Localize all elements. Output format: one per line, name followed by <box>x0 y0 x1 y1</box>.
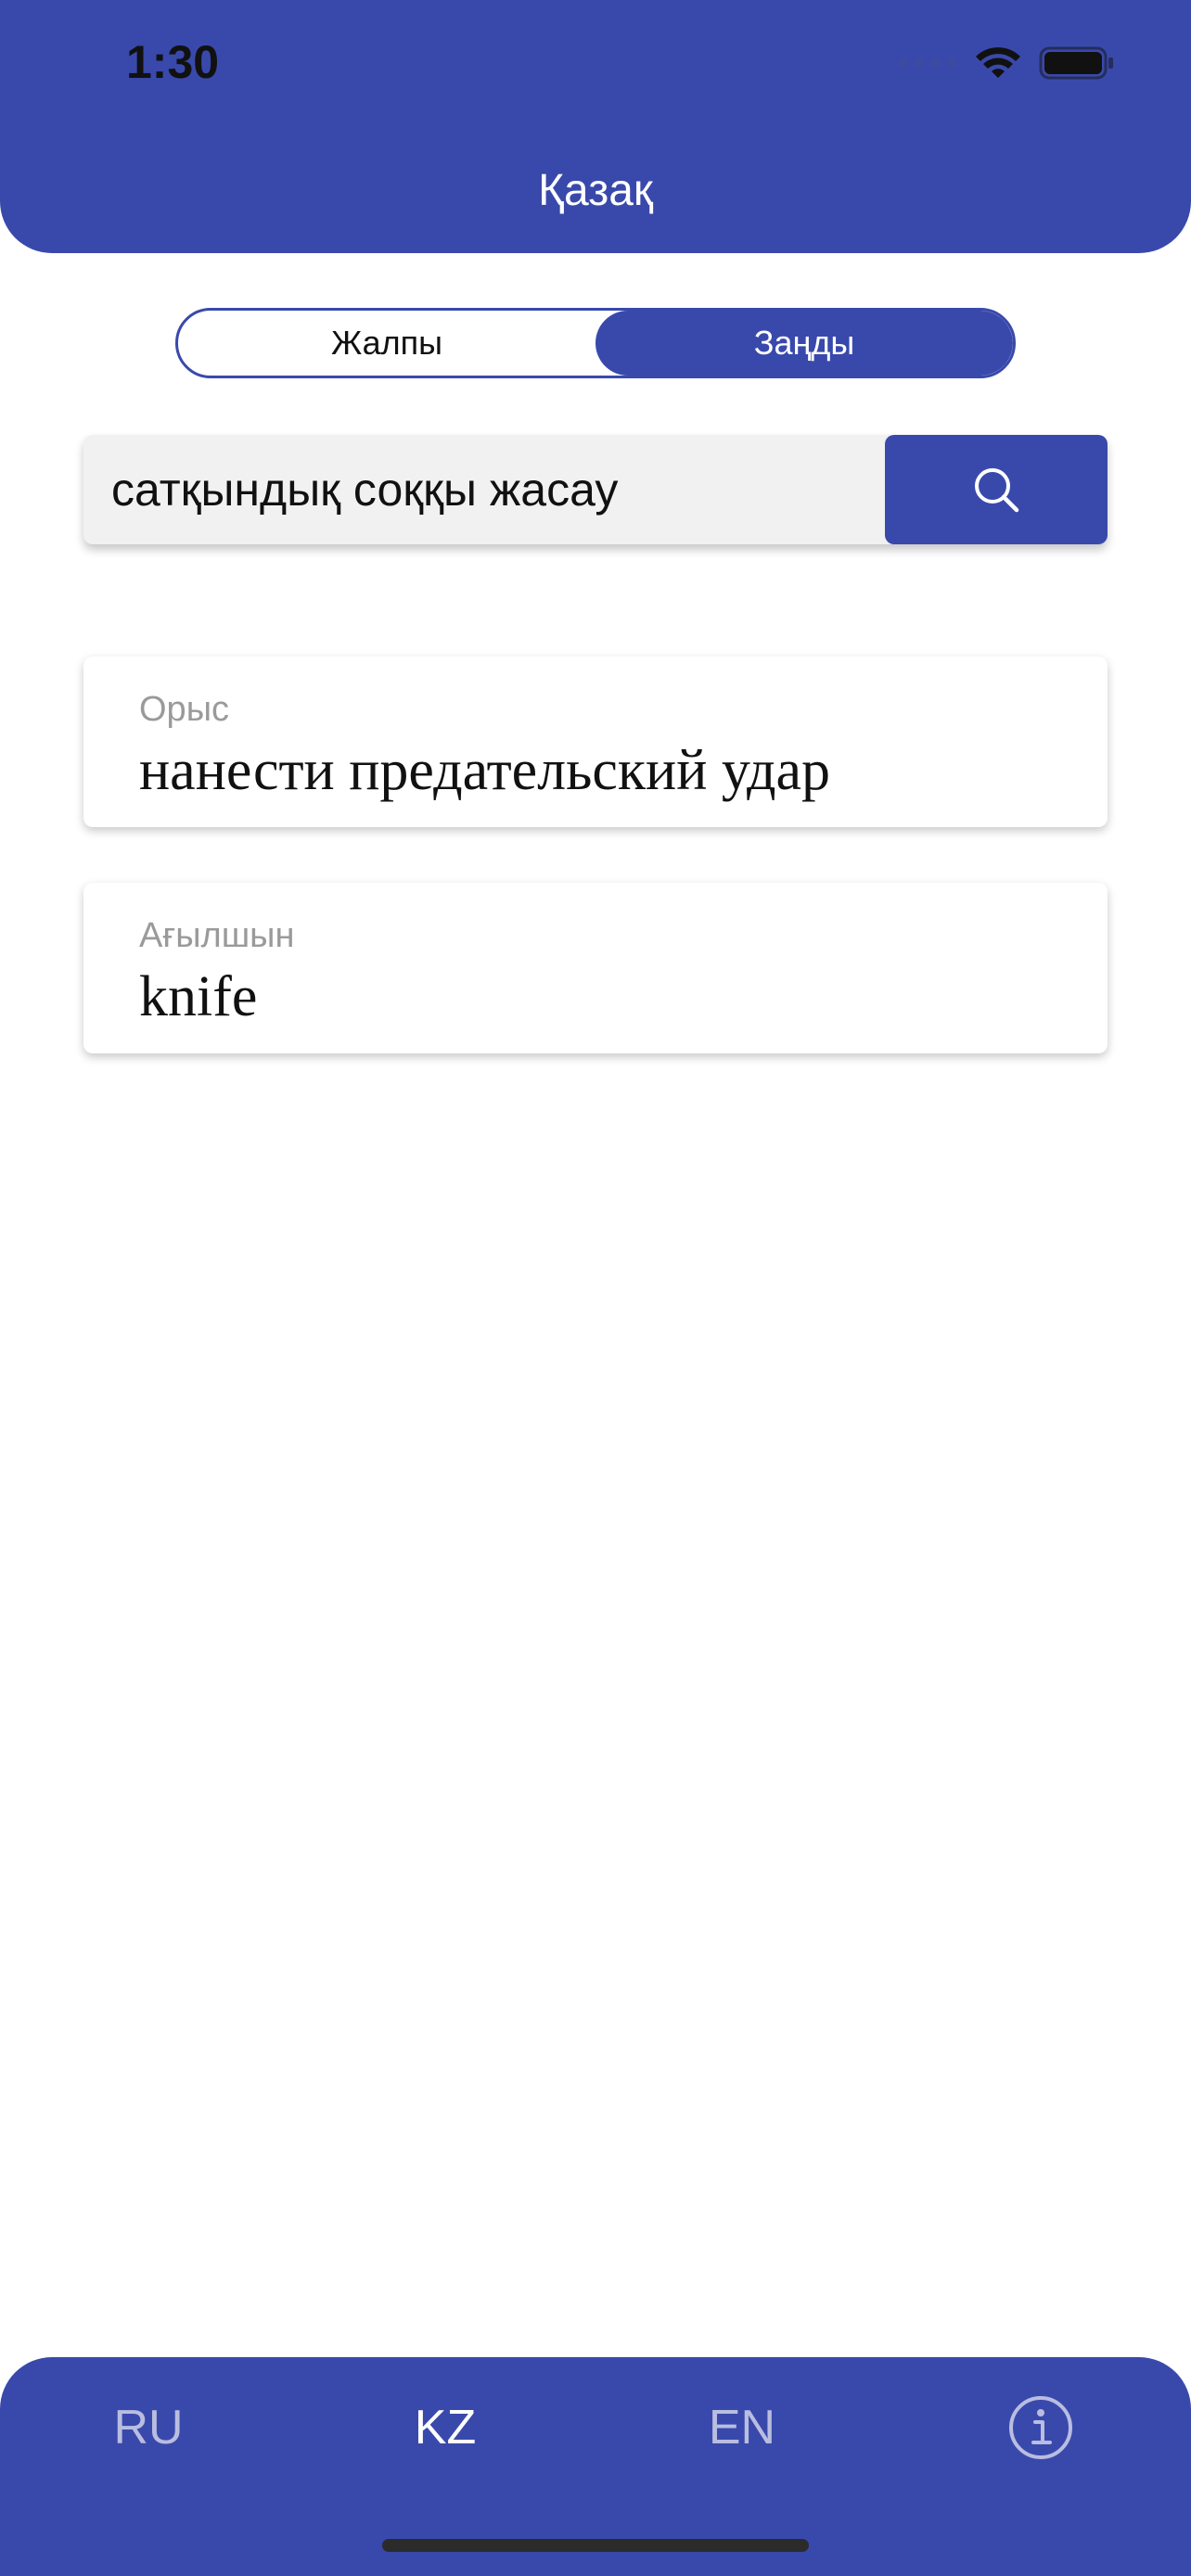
wifi-icon <box>976 47 1020 78</box>
app-screen: 1:30 Қазақ Жалпы Заңды сатқындық соққы ж… <box>0 0 1191 2576</box>
page-title: Қазақ <box>538 166 653 215</box>
result-translation: knife <box>139 965 258 1028</box>
home-indicator <box>382 2539 809 2552</box>
segment-general[interactable]: Жалпы <box>178 311 596 376</box>
result-translation: нанести предательский удар <box>139 739 831 802</box>
search-bar <box>83 435 1108 544</box>
status-time: 1:30 <box>126 36 220 88</box>
result-language-label: Ағылшын <box>139 916 295 955</box>
category-segmented-control: Жалпы Заңды <box>175 308 1016 378</box>
info-button[interactable] <box>948 2391 1133 2465</box>
cellular-signal-icon <box>898 59 957 67</box>
result-card-russian[interactable]: Орыс нанести предательский удар <box>83 657 1108 827</box>
segment-legal[interactable]: Заңды <box>596 311 1013 376</box>
status-icons <box>898 43 1115 83</box>
tab-kz[interactable]: KZ <box>352 2391 538 2465</box>
tab-en[interactable]: EN <box>649 2391 835 2465</box>
info-icon <box>1009 2396 1072 2459</box>
header-bar: 1:30 Қазақ <box>0 0 1191 253</box>
search-input[interactable] <box>111 435 872 544</box>
result-card-english[interactable]: Ағылшын knife <box>83 883 1108 1053</box>
result-language-label: Орыс <box>139 690 230 729</box>
search-button[interactable] <box>885 435 1108 544</box>
tab-ru[interactable]: RU <box>56 2391 241 2465</box>
battery-icon <box>1039 46 1113 80</box>
search-icon <box>975 468 1019 513</box>
